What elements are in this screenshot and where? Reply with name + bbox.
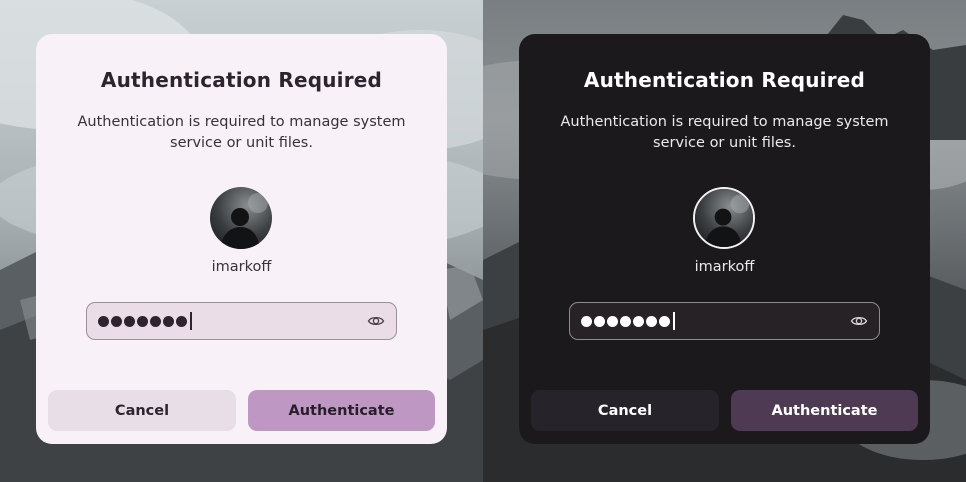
- password-dots: [98, 312, 192, 330]
- username-label: imarkoff: [694, 259, 755, 275]
- password-field[interactable]: [86, 302, 397, 340]
- dialog-message: Authentication is required to manage sys…: [77, 114, 406, 151]
- password-dot: [163, 315, 174, 327]
- authenticate-button[interactable]: Authenticate: [731, 390, 918, 431]
- text-caret: [673, 312, 675, 330]
- cancel-button[interactable]: Cancel: [531, 390, 719, 431]
- password-field[interactable]: [569, 302, 880, 340]
- password-dot: [646, 315, 657, 327]
- dialog-message: Authentication is required to manage sys…: [560, 114, 889, 151]
- password-dot: [594, 315, 605, 327]
- password-dot: [607, 315, 618, 327]
- password-dot: [111, 315, 122, 327]
- cancel-button[interactable]: Cancel: [48, 390, 236, 431]
- user-avatar: [210, 187, 272, 249]
- auth-dialog-light: Authentication Required Authentication i…: [36, 34, 447, 444]
- eye-icon[interactable]: [367, 312, 385, 330]
- dialog-title: Authentication Required: [583, 68, 866, 92]
- eye-icon[interactable]: [850, 312, 868, 330]
- text-caret: [190, 312, 192, 330]
- password-dot: [581, 315, 592, 327]
- dialog-title: Authentication Required: [100, 68, 383, 92]
- password-dot: [633, 315, 644, 327]
- password-dot: [620, 315, 631, 327]
- authenticate-button[interactable]: Authenticate: [248, 390, 435, 431]
- password-dot: [98, 315, 109, 327]
- username-label: imarkoff: [211, 259, 272, 275]
- password-dot: [124, 315, 135, 327]
- auth-dialog-dark: Authentication Required Authentication i…: [519, 34, 930, 444]
- password-dot: [137, 315, 148, 327]
- password-dot: [659, 315, 670, 327]
- password-dots: [581, 312, 675, 330]
- password-dot: [176, 315, 187, 327]
- password-dot: [150, 315, 161, 327]
- user-avatar: [693, 187, 755, 249]
